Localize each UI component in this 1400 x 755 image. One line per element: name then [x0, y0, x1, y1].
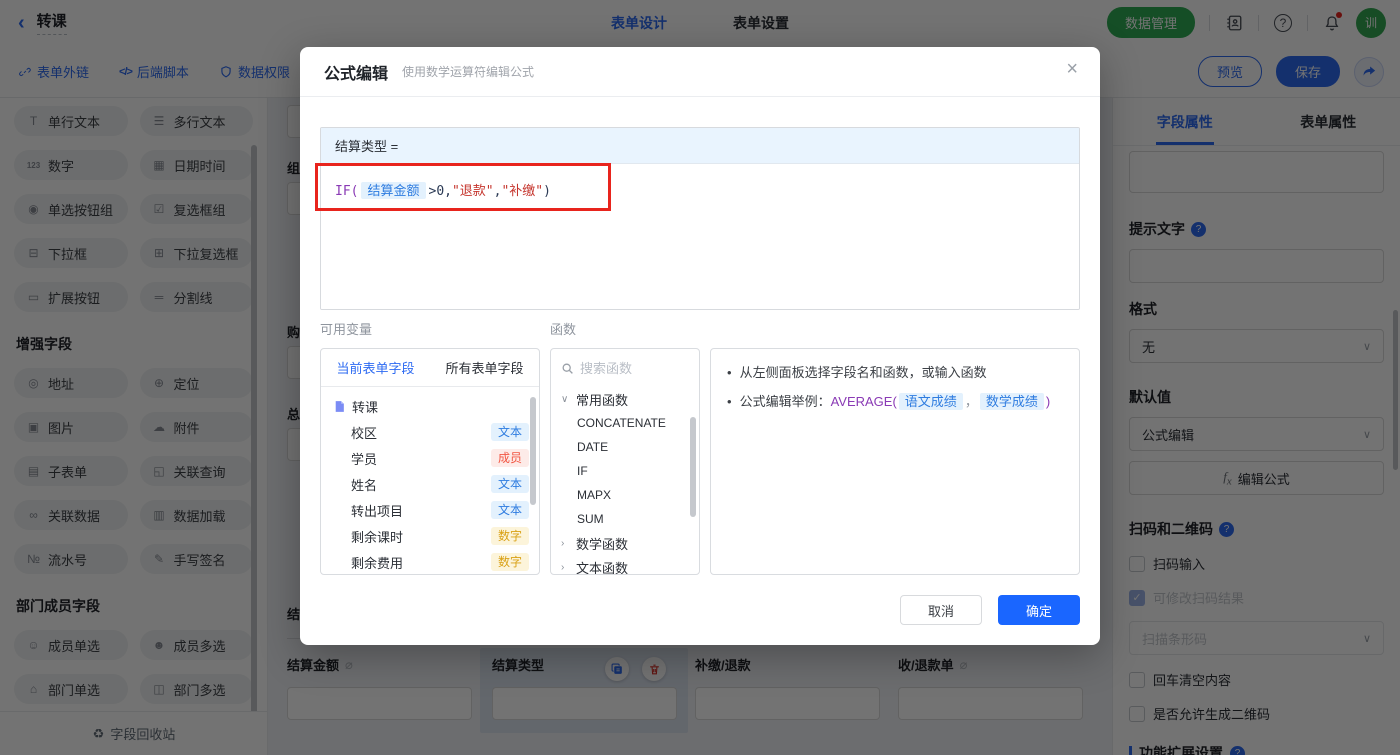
functions-scrollbar[interactable]	[690, 417, 696, 517]
chevron-down-icon: ∨	[561, 394, 571, 405]
function-search	[551, 349, 699, 387]
function-group-math[interactable]: › 数学函数	[551, 531, 699, 555]
bullet: •	[727, 392, 732, 413]
modal-header: 公式编辑 使用数学运算符编辑公式 ×	[300, 47, 1100, 97]
variable-row[interactable]: 学员成员	[321, 445, 539, 471]
variables-scrollbar[interactable]	[530, 397, 536, 505]
formula-editor: 结算类型 = IF(结算金额>0,"退款","补缴")	[320, 127, 1080, 310]
type-badge: 文本	[491, 475, 529, 493]
example-field-chip: 语文成绩	[899, 393, 963, 410]
variable-row[interactable]: 校区文本	[321, 419, 539, 445]
formula-operator-token: >0,	[429, 184, 452, 199]
variables-list: 转课 校区文本 学员成员 姓名文本 转出项目文本 剩余课时数字 剩余费用数字	[321, 387, 539, 575]
variable-row[interactable]: 剩余课时数字	[321, 523, 539, 549]
type-badge: 成员	[491, 449, 529, 467]
formula-input-area[interactable]: IF(结算金额>0,"退款","补缴")	[321, 164, 1079, 310]
search-icon	[561, 362, 574, 375]
form-node[interactable]: 转课	[321, 393, 539, 419]
chevron-right-icon: ›	[561, 562, 571, 573]
modal-title: 公式编辑	[324, 60, 388, 84]
bullet: •	[727, 363, 732, 384]
variable-row[interactable]: 剩余费用数字	[321, 549, 539, 575]
close-icon[interactable]: ×	[1066, 59, 1078, 79]
function-item[interactable]: IF	[551, 459, 699, 483]
example-function: AVERAGE(	[831, 394, 897, 409]
cancel-button[interactable]: 取消	[900, 595, 982, 625]
function-group-common[interactable]: ∨ 常用函数	[551, 387, 699, 411]
type-badge: 文本	[491, 501, 529, 519]
formula-close-token: )	[543, 184, 551, 199]
type-badge: 数字	[491, 527, 529, 545]
modal-subtitle: 使用数学运算符编辑公式	[402, 63, 534, 80]
formula-string-token: "补缴"	[501, 184, 543, 199]
variable-row[interactable]: 转出项目文本	[321, 497, 539, 523]
formula-target: 结算类型 =	[321, 128, 1079, 164]
functions-panel: ∨ 常用函数 CONCATENATE DATE IF MAPX SUM › 数学…	[550, 348, 700, 575]
tab-all-form-fields[interactable]: 所有表单字段	[445, 358, 523, 377]
type-badge: 文本	[491, 423, 529, 441]
formula-function-token: IF(	[335, 184, 358, 199]
example-field-chip: 数学成绩	[980, 393, 1044, 410]
app-window: ‹ 转课 表单设计 表单设置 数据管理 ? 训 表单外链	[0, 0, 1400, 755]
formula-field-token[interactable]: 结算金额	[361, 182, 425, 199]
variables-panel: 当前表单字段 所有表单字段 转课 校区文本 学员成员 姓名文本 转出项目文本 剩…	[320, 348, 540, 575]
confirm-button[interactable]: 确定	[998, 595, 1080, 625]
function-item[interactable]: DATE	[551, 435, 699, 459]
variables-label: 可用变量	[320, 319, 372, 338]
help-example: • 公式编辑举例：AVERAGE(语文成绩，数学成绩)	[727, 392, 1063, 413]
function-search-input[interactable]	[580, 361, 689, 376]
formula-edit-modal: 公式编辑 使用数学运算符编辑公式 × 结算类型 = IF(结算金额 >0,"退款"…	[300, 47, 1100, 645]
function-group-text[interactable]: › 文本函数	[551, 555, 699, 575]
form-file-icon	[333, 400, 346, 413]
example-close-paren: )	[1046, 394, 1050, 409]
function-item[interactable]: CONCATENATE	[551, 411, 699, 435]
formula-string-token: "退款"	[452, 184, 494, 199]
variable-row[interactable]: 姓名文本	[321, 471, 539, 497]
function-item[interactable]: MAPX	[551, 483, 699, 507]
function-item[interactable]: SUM	[551, 507, 699, 531]
help-tip: • 从左侧面板选择字段名和函数，或输入函数	[727, 363, 1063, 384]
chevron-right-icon: ›	[561, 538, 571, 549]
tab-current-form-fields[interactable]: 当前表单字段	[336, 358, 414, 377]
type-badge: 数字	[491, 553, 529, 571]
help-panel: • 从左侧面板选择字段名和函数，或输入函数 • 公式编辑举例：AVERAGE(语…	[710, 348, 1080, 575]
variables-tabs: 当前表单字段 所有表单字段	[321, 349, 539, 387]
functions-label: 函数	[550, 319, 576, 338]
